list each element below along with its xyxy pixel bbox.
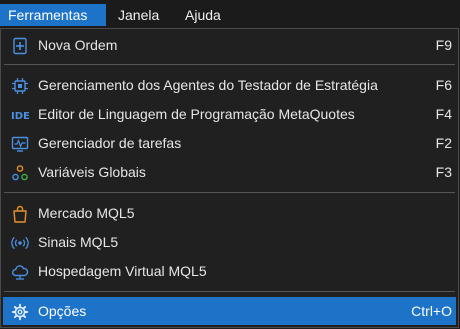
variables-icon (12, 165, 28, 181)
menu-item-label: Gerenciador de tarefas (38, 135, 182, 151)
menu-ajuda[interactable]: Ajuda (177, 4, 229, 26)
shortcut-label: F9 (435, 37, 452, 53)
tools-dropdown-menu: Nova Ordem F9 Gerenciamento dos Agentes … (0, 28, 459, 328)
shortcut-label: F4 (435, 106, 452, 122)
shortcut-label: Ctrl+O (411, 303, 452, 319)
menu-item-label: Hospedagem Virtual MQL5 (38, 263, 207, 279)
menu-item-opcoes[interactable]: Opções Ctrl+O (3, 297, 456, 325)
shortcut-label: F3 (435, 164, 452, 180)
menu-item-gerenciamento-agentes[interactable]: Gerenciamento dos Agentes do Testador de… (3, 71, 456, 99)
svg-text:IDE: IDE (11, 111, 30, 122)
menu-separator (4, 291, 455, 292)
menu-item-gerenciador-tarefas[interactable]: Gerenciador de tarefas F2 (3, 129, 456, 157)
menu-bar: Ferramentas Janela Ajuda (0, 0, 460, 28)
menu-item-hospedagem-virtual[interactable]: Hospedagem Virtual MQL5 (3, 257, 456, 285)
chip-icon (12, 78, 28, 94)
menu-janela[interactable]: Janela (110, 4, 167, 26)
menu-item-editor-metaquotes[interactable]: IDE Editor de Linguagem de Programação M… (3, 100, 456, 128)
menu-item-label: Nova Ordem (38, 37, 118, 53)
menu-item-mercado-mql5[interactable]: Mercado MQL5 (3, 199, 456, 227)
cloud-icon (11, 265, 29, 280)
menu-separator (4, 192, 455, 193)
shortcut-label: F6 (435, 77, 452, 93)
gear-icon (11, 303, 29, 321)
menu-item-variaveis-globais[interactable]: Variáveis Globais F3 (3, 158, 456, 186)
menu-item-label: Mercado MQL5 (38, 205, 135, 221)
menu-item-nova-ordem[interactable]: Nova Ordem F9 (3, 31, 456, 59)
shopping-bag-icon (13, 205, 27, 223)
menu-item-label: Opções (38, 303, 87, 319)
new-order-icon (13, 37, 27, 55)
menu-item-label: Variáveis Globais (38, 164, 146, 180)
menu-item-label: Gerenciamento dos Agentes do Testador de… (38, 77, 378, 93)
shortcut-label: F2 (435, 135, 452, 151)
signal-icon (11, 236, 29, 250)
menu-item-label: Sinais MQL5 (38, 234, 119, 250)
monitor-icon (11, 136, 29, 152)
ide-icon: IDE (11, 111, 30, 122)
menu-ferramentas[interactable]: Ferramentas (0, 4, 106, 26)
menu-separator (4, 64, 455, 65)
menu-item-label: Editor de Linguagem de Programação MetaQ… (38, 106, 355, 122)
menu-item-sinais-mql5[interactable]: Sinais MQL5 (3, 228, 456, 256)
